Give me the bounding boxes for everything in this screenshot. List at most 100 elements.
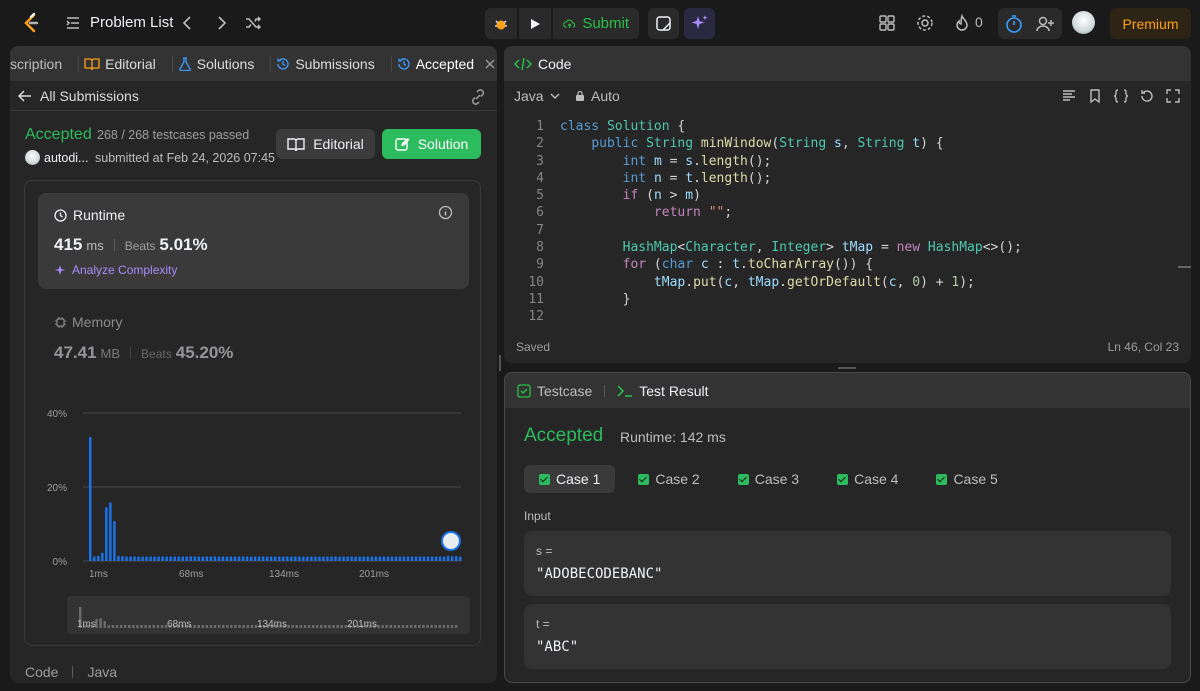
runtime-distribution-chart[interactable]: 40% 20% 0% 1ms 68ms 134ms 201ms — [39, 401, 469, 591]
format-icon[interactable] — [1061, 88, 1077, 104]
editorial-button[interactable]: Editorial — [276, 129, 375, 159]
settings-gear-icon[interactable] — [915, 13, 935, 33]
tab-test-result[interactable]: Test Result — [639, 383, 708, 399]
mini-bar — [128, 625, 131, 628]
input-label: Input — [524, 509, 551, 523]
horizontal-resize-handle[interactable] — [838, 367, 856, 369]
analyze-complexity-link[interactable]: Analyze Complexity — [54, 263, 177, 277]
mini-bar — [454, 625, 458, 628]
all-submissions-link[interactable]: All Submissions — [18, 88, 139, 104]
bar — [278, 556, 281, 561]
bar — [121, 556, 124, 561]
book-open-icon — [287, 137, 305, 151]
bar — [406, 556, 410, 561]
bar — [197, 556, 201, 561]
chevron-left-icon[interactable] — [178, 13, 198, 33]
case-tab-3[interactable]: Case 3 — [723, 465, 814, 493]
tab-solutions[interactable]: Solutions — [164, 46, 263, 81]
mini-bar — [246, 625, 249, 628]
mini-bar — [414, 625, 417, 628]
case-tab-5[interactable]: Case 5 — [921, 465, 1012, 493]
case-tab-4[interactable]: Case 4 — [822, 465, 913, 493]
username[interactable]: autodi... — [44, 151, 88, 165]
chevron-right-icon[interactable] — [211, 13, 231, 33]
leetcode-logo-icon[interactable] — [20, 12, 42, 34]
check-icon — [638, 473, 650, 485]
ai-assistant-button[interactable] — [684, 8, 715, 39]
case-label: Case 1 — [556, 471, 601, 487]
stopwatch-icon[interactable] — [1003, 13, 1025, 35]
tab-editorial[interactable]: Editorial — [70, 46, 164, 81]
tab-accepted[interactable]: Accepted — [383, 46, 497, 81]
user-avatar[interactable] — [1072, 11, 1095, 34]
bar — [113, 521, 116, 561]
bar — [185, 556, 189, 561]
language-select[interactable]: Java — [514, 88, 561, 104]
add-friend-icon[interactable] — [1034, 13, 1056, 35]
memory-value-row: 47.41 MB Beats 45.20% — [54, 343, 233, 363]
shuffle-icon[interactable] — [243, 13, 263, 33]
checkbox-icon — [517, 383, 531, 398]
bar — [438, 556, 442, 561]
clock-icon — [54, 208, 67, 222]
code-footer-label: Code — [25, 664, 59, 680]
chart-range-selector[interactable]: 1ms 68ms 134ms 201ms — [67, 596, 470, 634]
debug-button[interactable] — [485, 8, 517, 39]
notes-button[interactable] — [648, 8, 679, 39]
mini-bar — [217, 625, 221, 628]
case-tab-2[interactable]: Case 2 — [623, 465, 714, 493]
runtime-beats-label: Beats — [124, 239, 156, 253]
mini-bar — [311, 625, 315, 628]
x-tick-label: 201ms — [359, 569, 389, 580]
problem-list-link[interactable]: Problem List — [90, 14, 173, 31]
vertical-resize-handle[interactable] — [499, 355, 501, 371]
mini-bar — [430, 625, 433, 628]
bar — [229, 556, 233, 561]
list-icon[interactable] — [65, 15, 81, 31]
bar — [89, 437, 92, 561]
bar — [177, 556, 180, 561]
tab-submissions[interactable]: Submissions — [262, 46, 382, 81]
tab-testcase[interactable]: Testcase — [537, 383, 592, 399]
tab-description[interactable]: scription — [10, 46, 70, 81]
mini-bar — [442, 625, 446, 628]
submit-button[interactable]: Submit — [553, 8, 639, 39]
bar — [241, 556, 245, 561]
layout-grid-icon[interactable] — [877, 13, 897, 33]
info-icon[interactable] — [438, 205, 453, 220]
streak-fire-icon[interactable] — [952, 13, 972, 33]
bar — [302, 556, 305, 561]
bar — [426, 556, 430, 561]
mini-bar — [397, 625, 401, 628]
close-icon[interactable] — [485, 59, 495, 69]
bar — [298, 556, 301, 561]
bar — [314, 556, 317, 561]
bookmark-icon[interactable] — [1087, 88, 1103, 104]
case-tab-1[interactable]: Case 1 — [524, 465, 616, 493]
submission-panel: scription Editorial Solutions Submission… — [10, 46, 497, 683]
bar — [117, 555, 120, 561]
memory-title[interactable]: Memory — [54, 314, 123, 330]
runtime-card[interactable]: Runtime 415 ms Beats 5.01% Analyze Compl… — [38, 193, 469, 289]
code-brackets-icon — [514, 57, 532, 70]
auto-mode-toggle[interactable]: Auto — [574, 88, 620, 104]
mini-bar — [132, 625, 135, 628]
result-runtime: Runtime: 142 ms — [620, 429, 726, 445]
value-divider — [72, 666, 74, 678]
bar — [213, 556, 217, 561]
fullscreen-icon[interactable] — [1165, 88, 1181, 104]
premium-button[interactable]: Premium — [1110, 8, 1191, 39]
bar — [261, 556, 265, 561]
share-link-icon[interactable] — [469, 88, 487, 106]
bar — [273, 556, 277, 561]
bar — [265, 556, 269, 561]
braces-icon[interactable] — [1113, 88, 1129, 104]
scrollbar-marker[interactable] — [1178, 266, 1191, 268]
submit-label: Submit — [582, 15, 629, 32]
reset-icon[interactable] — [1139, 88, 1155, 104]
solution-button[interactable]: Solution — [382, 129, 481, 159]
run-button[interactable] — [519, 8, 551, 39]
code-editor[interactable]: 1 class Solution { 2 public String minWin… — [504, 118, 1191, 326]
bar — [446, 555, 450, 561]
mini-bar — [156, 625, 160, 628]
